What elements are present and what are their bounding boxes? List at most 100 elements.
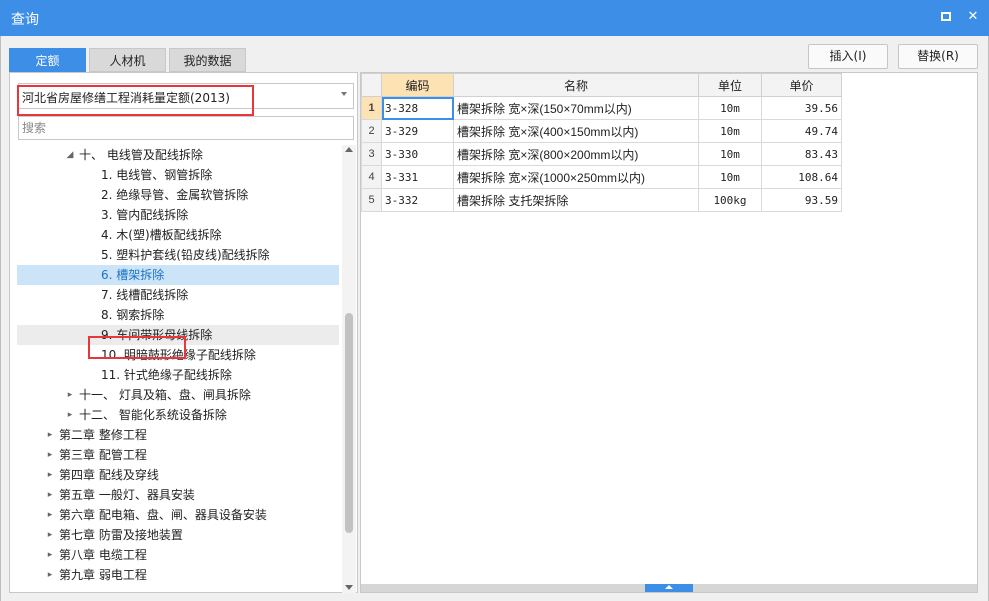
tab-quota[interactable]: 定额 (9, 48, 86, 72)
table-row[interactable]: 4 3-331 槽架拆除 宽×深(1000×250mm以内) 10m 108.64 (361, 165, 842, 189)
tree-item-label: 十二、 智能化系统设备拆除 (79, 408, 227, 422)
row-number[interactable]: 3 (361, 142, 382, 166)
tree-item[interactable]: 6. 槽架拆除 (17, 265, 339, 285)
cell-name[interactable]: 槽架拆除 宽×深(800×200mm以内) (453, 142, 699, 166)
cell-name[interactable]: 槽架拆除 宽×深(400×150mm以内) (453, 119, 699, 143)
tree-item-label: 4. 木(塑)槽板配线拆除 (101, 228, 222, 242)
expand-arrow-icon[interactable]: ▸ (45, 465, 55, 485)
tree-item[interactable]: 3. 管内配线拆除 (17, 205, 339, 225)
cell-price[interactable]: 39.56 (761, 96, 842, 120)
tree-item-label: 第八章 电缆工程 (59, 548, 147, 562)
chevron-down-icon[interactable] (341, 92, 347, 96)
table-row[interactable]: 3 3-330 槽架拆除 宽×深(800×200mm以内) 10m 83.43 (361, 142, 842, 166)
column-header-code[interactable]: 编码 (381, 73, 454, 97)
column-header-name[interactable]: 名称 (453, 73, 699, 97)
tree-item[interactable]: 7. 线槽配线拆除 (17, 285, 339, 305)
replace-button[interactable]: 替换(R) (898, 44, 978, 69)
table-row[interactable]: 1 3-328 槽架拆除 宽×深(150×70mm以内) 10m 39.56 (361, 96, 842, 120)
expand-arrow-icon[interactable]: ▸ (45, 565, 55, 585)
cell-code[interactable]: 3-330 (381, 142, 454, 166)
column-header-price[interactable]: 单价 (761, 73, 842, 97)
tree-item[interactable]: ▸ 第三章 配管工程 (17, 445, 339, 465)
cell-name[interactable]: 槽架拆除 支托架拆除 (453, 188, 699, 212)
tree-item[interactable]: ▸ 第六章 配电箱、盘、闸、器具设备安装 (17, 505, 339, 525)
cell-unit[interactable]: 10m (698, 165, 762, 189)
tree-item-label: 十一、 灯具及箱、盘、闸具拆除 (79, 388, 251, 402)
tree-item[interactable]: ▸ 第八章 电缆工程 (17, 545, 339, 565)
table-row[interactable]: 5 3-332 槽架拆除 支托架拆除 100kg 93.59 (361, 188, 842, 212)
scrollbar-thumb[interactable] (345, 313, 353, 533)
close-icon[interactable]: ✕ (964, 8, 982, 26)
tree-item-label: 10. 明暗鼓形绝缘子配线拆除 (101, 348, 256, 362)
tree-item[interactable]: 8. 钢索拆除 (17, 305, 339, 325)
tree-item[interactable]: 4. 木(塑)槽板配线拆除 (17, 225, 339, 245)
expand-arrow-icon[interactable]: ▸ (45, 425, 55, 445)
search-input[interactable] (18, 116, 354, 140)
tree-item[interactable]: ▸ 第九章 弱电工程 (17, 565, 339, 585)
cell-name[interactable]: 槽架拆除 宽×深(150×70mm以内) (453, 96, 699, 120)
maximize-icon[interactable] (937, 8, 955, 26)
tree-item[interactable]: ▸ 十二、 智能化系统设备拆除 (17, 405, 339, 425)
expand-arrow-icon[interactable]: ▸ (45, 485, 55, 505)
cell-price[interactable]: 93.59 (761, 188, 842, 212)
cell-price[interactable]: 49.74 (761, 119, 842, 143)
horizontal-scrollbar[interactable] (361, 584, 977, 592)
tree-item[interactable]: 1. 电线管、钢管拆除 (17, 165, 339, 185)
tree-item[interactable]: ◢ 十、 电线管及配线拆除 (17, 145, 339, 165)
tree-item[interactable]: 10. 明暗鼓形绝缘子配线拆除 (17, 345, 339, 365)
tab-my-data[interactable]: 我的数据 (169, 48, 246, 72)
tree-item[interactable]: ▸ 第五章 一般灯、器具安装 (17, 485, 339, 505)
cell-unit[interactable]: 10m (698, 142, 762, 166)
cell-unit[interactable]: 10m (698, 96, 762, 120)
expand-arrow-icon[interactable]: ▸ (45, 525, 55, 545)
tree-item-label: 1. 电线管、钢管拆除 (101, 168, 213, 182)
row-number[interactable]: 2 (361, 119, 382, 143)
tree-item[interactable]: 2. 绝缘导管、金属软管拆除 (17, 185, 339, 205)
insert-button[interactable]: 插入(I) (808, 44, 888, 69)
scroll-down-icon[interactable] (345, 585, 353, 590)
expand-arrow-icon[interactable]: ▸ (65, 385, 75, 405)
tree-item[interactable]: 5. 塑料护套线(铅皮线)配线拆除 (17, 245, 339, 265)
scrollbar-grip[interactable] (645, 584, 693, 592)
expand-arrow-icon[interactable]: ▸ (45, 545, 55, 565)
tree-item-label: 第三章 配管工程 (59, 448, 147, 462)
scroll-up-icon[interactable] (345, 147, 353, 152)
column-header-rownum (361, 73, 382, 97)
cell-code[interactable]: 3-331 (381, 165, 454, 189)
row-number[interactable]: 5 (361, 188, 382, 212)
cell-name[interactable]: 槽架拆除 宽×深(1000×250mm以内) (453, 165, 699, 189)
table-row[interactable]: 2 3-329 槽架拆除 宽×深(400×150mm以内) 10m 49.74 (361, 119, 842, 143)
tree-item-label: 第二章 整修工程 (59, 428, 147, 442)
tab-labor-material-machine[interactable]: 人材机 (89, 48, 166, 72)
expand-arrow-icon[interactable]: ▸ (45, 445, 55, 465)
tree-item[interactable]: 9. 车间带形母线拆除 (17, 325, 339, 345)
tree-item[interactable]: 11. 针式绝缘子配线拆除 (17, 365, 339, 385)
tree-item[interactable]: ▸ 第七章 防雷及接地装置 (17, 525, 339, 545)
tree-item-label: 11. 针式绝缘子配线拆除 (101, 368, 232, 382)
row-number[interactable]: 1 (361, 96, 382, 120)
cell-code[interactable]: 3-329 (381, 119, 454, 143)
cell-price[interactable]: 108.64 (761, 165, 842, 189)
cell-code[interactable]: 3-332 (381, 188, 454, 212)
quota-result-panel: 编码 名称 单位 单价 1 3-328 槽架拆除 宽×深(150×70mm以内) 10… (360, 72, 978, 593)
expand-arrow-icon[interactable]: ▸ (45, 505, 55, 525)
tree-item-label: 7. 线槽配线拆除 (101, 288, 189, 302)
cell-price[interactable]: 83.43 (761, 142, 842, 166)
tree-scrollbar[interactable] (342, 145, 356, 593)
cell-unit[interactable]: 100kg (698, 188, 762, 212)
expand-arrow-icon[interactable]: ▸ (65, 405, 75, 425)
library-select[interactable]: 河北省房屋修缮工程消耗量定额(2013) (18, 83, 354, 109)
row-number[interactable]: 4 (361, 165, 382, 189)
expand-arrow-icon[interactable]: ◢ (65, 145, 75, 165)
tree-item[interactable]: ▸ 第二章 整修工程 (17, 425, 339, 445)
tree-item[interactable]: ▸ 第四章 配线及穿线 (17, 465, 339, 485)
cell-code[interactable]: 3-328 (381, 96, 454, 120)
tree-item-label: 第四章 配线及穿线 (59, 468, 159, 482)
tree-item-label: 第六章 配电箱、盘、闸、器具设备安装 (59, 508, 267, 522)
cell-unit[interactable]: 10m (698, 119, 762, 143)
column-header-unit[interactable]: 单位 (698, 73, 762, 97)
chapter-tree: ◢ 十、 电线管及配线拆除 1. 电线管、钢管拆除 2. 绝缘导管、金属软管拆除 3. … (17, 145, 339, 593)
tree-item[interactable]: ▸ 十一、 灯具及箱、盘、闸具拆除 (17, 385, 339, 405)
tree-item-label: 8. 钢索拆除 (101, 308, 165, 322)
tree-item-label: 3. 管内配线拆除 (101, 208, 189, 222)
